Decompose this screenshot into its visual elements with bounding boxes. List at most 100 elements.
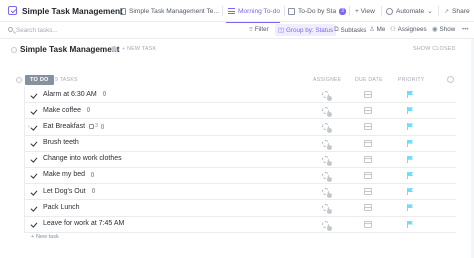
collapse-icon[interactable]	[11, 47, 17, 53]
assignee-avatar[interactable]	[321, 219, 333, 231]
task-name[interactable]: Alarm at 6:30 AM	[43, 91, 106, 98]
attachment-icon	[91, 172, 95, 178]
flag-icon[interactable]	[407, 155, 413, 163]
top-bar: Simple Task Management ⌄ Simple Task Man…	[0, 0, 474, 23]
task-name[interactable]: Make coffee	[43, 107, 91, 114]
share-button[interactable]: ↗ Share	[444, 0, 470, 22]
search-icon	[8, 27, 13, 32]
assignees-button[interactable]: ⚇ Assignees	[390, 26, 427, 33]
check-icon[interactable]	[30, 123, 38, 131]
table-row[interactable]: › Eat Breakfast 3	[25, 119, 456, 136]
tab-morning-todo[interactable]: Morning To-do	[225, 0, 281, 23]
table-row[interactable]: Brush teeth	[25, 136, 456, 152]
filter-icon: ≡	[249, 26, 253, 33]
chevron-down-icon[interactable]: ⌄	[106, 6, 111, 13]
check-icon[interactable]	[30, 188, 38, 196]
calendar-icon[interactable]	[364, 220, 372, 228]
new-task-header-button[interactable]: + NEW TASK	[122, 46, 156, 52]
calendar-icon[interactable]	[364, 204, 372, 212]
check-icon[interactable]	[30, 155, 38, 163]
assignee-avatar[interactable]	[321, 138, 333, 150]
tab-label: Simple Task Management Te...	[129, 7, 219, 15]
table-row[interactable]: Leave for work at 7:45 AM	[25, 217, 456, 233]
filter-button[interactable]: ≡ Filter	[249, 26, 269, 33]
status-badge[interactable]: TO DO	[25, 75, 54, 85]
tab-label: Automate	[396, 7, 425, 15]
add-column-icon[interactable]	[447, 76, 454, 83]
show-button[interactable]: ◉ Show	[432, 26, 455, 33]
divider	[438, 6, 439, 16]
check-icon[interactable]	[30, 107, 38, 115]
automate-button[interactable]: Automate ⌄	[386, 0, 433, 22]
tab-label: Morning To-do	[238, 7, 281, 15]
task-name[interactable]: Pack Lunch	[43, 204, 80, 211]
table-row[interactable]: Make coffee	[25, 103, 456, 120]
task-name[interactable]: Brush teeth	[43, 139, 79, 146]
table-row[interactable]: Alarm at 6:30 AM	[25, 87, 456, 104]
task-name[interactable]: Eat Breakfast 3	[43, 123, 105, 130]
table-row[interactable]: Pack Lunch	[25, 200, 456, 217]
task-name[interactable]: Change into work clothes	[43, 155, 122, 162]
assignee-avatar[interactable]	[321, 186, 333, 199]
me-filter-button[interactable]: ♙ Me	[369, 26, 385, 33]
check-icon[interactable]	[30, 139, 38, 147]
assignee-avatar[interactable]	[321, 105, 333, 118]
filter-label: Filter	[254, 26, 269, 33]
check-icon[interactable]	[30, 91, 38, 98]
assignee-avatar[interactable]	[321, 121, 333, 134]
flag-icon[interactable]	[407, 204, 413, 212]
calendar-icon[interactable]	[364, 155, 372, 163]
calendar-icon[interactable]	[364, 91, 372, 98]
attachment-icon	[87, 107, 91, 113]
assignee-avatar[interactable]	[321, 170, 333, 182]
show-closed-button[interactable]: SHOW CLOSED	[413, 46, 456, 52]
subtasks-button[interactable]: ⧉ Subtasks	[334, 26, 366, 34]
search-input[interactable]	[16, 25, 96, 36]
divider	[222, 6, 223, 16]
task-name[interactable]: Make my bed	[43, 171, 95, 178]
flag-icon[interactable]	[407, 220, 413, 228]
check-icon[interactable]	[30, 220, 38, 228]
info-icon[interactable]	[111, 46, 117, 52]
calendar-icon[interactable]	[364, 171, 372, 179]
flag-icon[interactable]	[407, 107, 413, 115]
more-options-button[interactable]: •••	[462, 26, 469, 33]
new-task-button[interactable]: + New task	[31, 234, 59, 240]
group-by-button[interactable]: ◫ Group by: Status	[275, 24, 337, 36]
flag-icon[interactable]	[407, 171, 413, 179]
table-row[interactable]: Let Dog's Out	[25, 184, 456, 201]
tab-doc[interactable]: Simple Task Management Te...	[120, 0, 219, 22]
calendar-icon[interactable]	[364, 107, 372, 115]
group-by-label: Group by: Status	[285, 26, 334, 34]
subtask-count: 3	[95, 123, 99, 130]
flag-icon[interactable]	[407, 188, 413, 196]
add-view-button[interactable]: + View	[355, 0, 375, 22]
divider	[284, 6, 285, 16]
assignee-avatar[interactable]	[321, 89, 333, 101]
check-icon[interactable]	[30, 172, 38, 179]
calendar-icon[interactable]	[364, 188, 372, 196]
flag-icon[interactable]	[407, 123, 413, 131]
page-title: Simple Task Management	[20, 45, 120, 54]
assignee-avatar[interactable]	[321, 154, 333, 166]
automate-icon	[386, 7, 393, 15]
attachment-icon	[91, 188, 95, 194]
assignee-avatar[interactable]	[321, 202, 333, 215]
calendar-icon[interactable]	[364, 123, 372, 131]
show-label: Show	[439, 26, 456, 33]
group-collapse-icon[interactable]	[16, 77, 22, 83]
calendar-icon[interactable]	[364, 139, 372, 147]
column-header-due-date[interactable]: DUE DATE	[355, 77, 383, 83]
task-name[interactable]: Leave for work at 7:45 AM	[43, 220, 124, 227]
table-row[interactable]: Change into work clothes	[25, 152, 456, 168]
column-header-priority[interactable]: PRIORITY	[398, 77, 424, 83]
flag-icon[interactable]	[407, 91, 413, 98]
task-name[interactable]: Let Dog's Out	[43, 188, 95, 195]
share-icon: ↗	[444, 8, 450, 15]
flag-icon[interactable]	[407, 139, 413, 147]
tab-todo-by-status[interactable]: To-Do by Sta 3	[288, 0, 346, 22]
table-row[interactable]: Make my bed	[25, 168, 456, 185]
check-icon[interactable]	[30, 204, 38, 212]
subtasks-icon: ⧉	[334, 26, 339, 33]
column-header-assignee[interactable]: ASSIGNEE	[313, 77, 341, 83]
